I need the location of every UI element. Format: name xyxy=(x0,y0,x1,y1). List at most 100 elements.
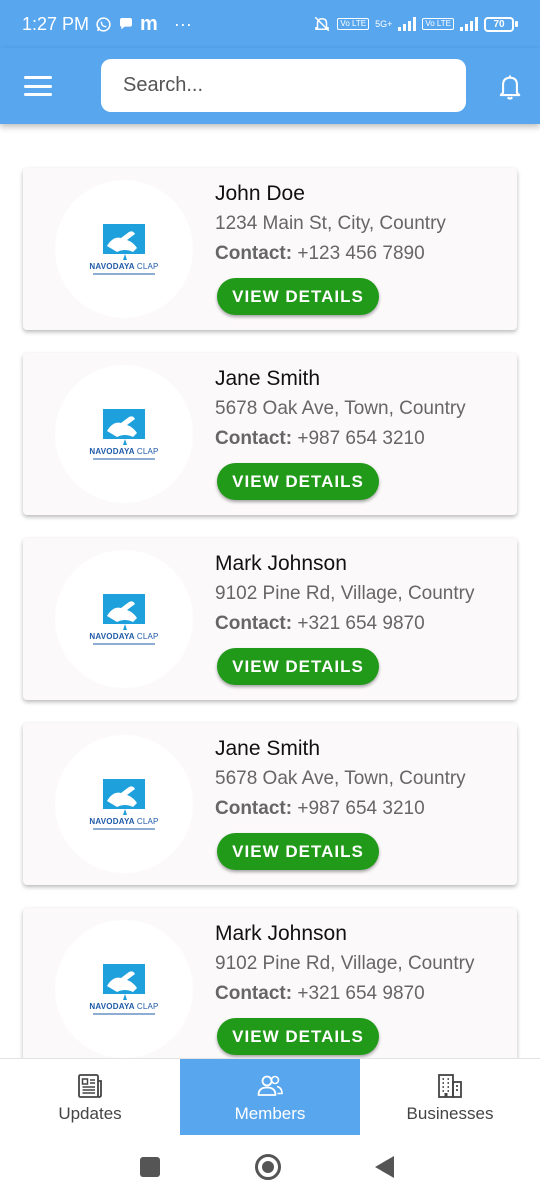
more-notifications-icon: ··· xyxy=(173,13,192,34)
member-name: Mark Johnson xyxy=(215,552,347,575)
member-list[interactable]: NAVODAYA CLAP John Doe 1234 Main St, Cit… xyxy=(0,124,540,1059)
member-avatar: NAVODAYA CLAP xyxy=(55,550,193,688)
logo-brand-suffix: CLAP xyxy=(136,816,159,826)
home-button[interactable] xyxy=(255,1154,281,1180)
chat-icon xyxy=(120,18,133,30)
logo-tagline xyxy=(93,827,155,830)
member-card: NAVODAYA CLAP Mark Johnson 9102 Pine Rd,… xyxy=(23,538,517,700)
back-button[interactable] xyxy=(375,1156,394,1178)
nav-businesses[interactable]: Businesses xyxy=(360,1059,540,1136)
member-card: NAVODAYA CLAP John Doe 1234 Main St, Cit… xyxy=(23,168,517,330)
member-address: 9102 Pine Rd, Village, Country xyxy=(215,583,475,604)
navodaya-clap-logo-icon xyxy=(103,223,145,260)
contact-label: Contact: xyxy=(215,613,293,634)
battery-level: 70 xyxy=(484,16,514,32)
member-card: NAVODAYA CLAP Jane Smith 5678 Oak Ave, T… xyxy=(23,723,517,885)
status-left: 1:27 PM m ··· xyxy=(22,13,192,36)
nav-members[interactable]: Members xyxy=(180,1059,360,1136)
view-details-button[interactable]: VIEW DETAILS xyxy=(217,1018,379,1055)
member-address: 5678 Oak Ave, Town, Country xyxy=(215,398,466,419)
member-contact: Contact: +321 654 9870 xyxy=(215,983,425,1005)
nav-updates[interactable]: Updates xyxy=(0,1059,180,1136)
logo-brand-suffix: CLAP xyxy=(136,261,159,271)
member-avatar: NAVODAYA CLAP xyxy=(55,920,193,1058)
status-time: 1:27 PM xyxy=(22,13,90,34)
building-icon xyxy=(438,1073,462,1098)
member-card: NAVODAYA CLAP Mark Johnson 9102 Pine Rd,… xyxy=(23,908,517,1059)
logo-brand: NAVODAYA xyxy=(89,261,135,271)
nav-members-label: Members xyxy=(234,1103,306,1123)
member-name: Jane Smith xyxy=(215,737,321,760)
signal-icon-2 xyxy=(460,17,478,31)
member-address: 5678 Oak Ave, Town, Country xyxy=(215,768,466,789)
battery-icon: 70 xyxy=(484,16,518,32)
navodaya-clap-logo-icon xyxy=(103,963,145,1000)
logo-tagline xyxy=(93,272,155,275)
logo-tagline xyxy=(93,457,155,460)
member-name: Jane Smith xyxy=(215,367,321,390)
logo-brand: NAVODAYA xyxy=(89,446,135,456)
logo-brand: NAVODAYA xyxy=(89,631,135,641)
contact-number: +123 456 7890 xyxy=(297,243,425,264)
logo-text: NAVODAYA CLAP xyxy=(89,1002,158,1011)
contact-label: Contact: xyxy=(215,983,293,1004)
network-type: 5G+ xyxy=(375,18,393,29)
logo-brand: NAVODAYA xyxy=(89,816,135,826)
member-avatar: NAVODAYA CLAP xyxy=(55,735,193,873)
member-address: 9102 Pine Rd, Village, Country xyxy=(215,953,475,974)
system-navigation-bar xyxy=(0,1135,540,1200)
notification-icons: m ··· xyxy=(95,13,192,36)
member-avatar: NAVODAYA CLAP xyxy=(55,365,193,503)
logo-brand: NAVODAYA xyxy=(89,1001,135,1011)
status-right: Vo LTE 5G+ Vo LTE 70 xyxy=(313,15,518,33)
member-contact: Contact: +123 456 7890 xyxy=(215,243,425,265)
contact-label: Contact: xyxy=(215,243,293,264)
logo-brand-suffix: CLAP xyxy=(136,631,159,641)
contact-number: +987 654 3210 xyxy=(297,798,425,819)
m-icon: m xyxy=(140,12,158,35)
volte-badge-2: Vo LTE xyxy=(422,18,454,30)
bottom-navigation: Updates Members Businesses xyxy=(0,1058,540,1136)
view-details-button[interactable]: VIEW DETAILS xyxy=(217,463,379,500)
contact-label: Contact: xyxy=(215,798,293,819)
logo-brand-suffix: CLAP xyxy=(136,446,159,456)
contact-label: Contact: xyxy=(215,428,293,449)
signal-icon-1 xyxy=(398,17,417,31)
recents-button[interactable] xyxy=(140,1157,160,1177)
logo-text: NAVODAYA CLAP xyxy=(89,447,158,456)
member-card: NAVODAYA CLAP Jane Smith 5678 Oak Ave, T… xyxy=(23,353,517,515)
volte-badge-1: Vo LTE xyxy=(337,18,370,30)
notification-bell-icon[interactable] xyxy=(496,72,524,102)
nav-businesses-label: Businesses xyxy=(406,1103,494,1123)
logo-text: NAVODAYA CLAP xyxy=(89,817,158,826)
view-details-button[interactable]: VIEW DETAILS xyxy=(217,278,379,315)
member-name: Mark Johnson xyxy=(215,922,347,945)
status-bar: 1:27 PM m ··· Vo LTE 5G+ Vo LTE 70 xyxy=(0,0,540,48)
hamburger-menu-icon[interactable] xyxy=(24,76,52,96)
app-bar xyxy=(0,48,540,124)
contact-number: +321 654 9870 xyxy=(297,613,425,634)
logo-tagline xyxy=(93,642,155,645)
member-name: John Doe xyxy=(215,182,305,205)
whatsapp-icon xyxy=(96,16,111,32)
navodaya-clap-logo-icon xyxy=(103,408,145,445)
navodaya-clap-logo-icon xyxy=(103,593,145,630)
people-icon xyxy=(257,1075,283,1096)
view-details-button[interactable]: VIEW DETAILS xyxy=(217,833,379,870)
logo-brand-suffix: CLAP xyxy=(136,1001,159,1011)
logo-text: NAVODAYA CLAP xyxy=(89,262,158,271)
logo-tagline xyxy=(93,1012,155,1015)
nav-updates-label: Updates xyxy=(58,1103,122,1123)
view-details-button[interactable]: VIEW DETAILS xyxy=(217,648,379,685)
navodaya-clap-logo-icon xyxy=(103,778,145,815)
member-avatar: NAVODAYA CLAP xyxy=(55,180,193,318)
search-input[interactable] xyxy=(101,59,466,112)
logo-text: NAVODAYA CLAP xyxy=(89,632,158,641)
contact-number: +987 654 3210 xyxy=(297,428,425,449)
member-contact: Contact: +321 654 9870 xyxy=(215,613,425,635)
contact-number: +321 654 9870 xyxy=(297,983,425,1004)
battery-tip xyxy=(515,21,518,27)
newspaper-icon xyxy=(78,1073,102,1098)
mute-bell-icon xyxy=(315,16,330,32)
member-address: 1234 Main St, City, Country xyxy=(215,213,446,234)
